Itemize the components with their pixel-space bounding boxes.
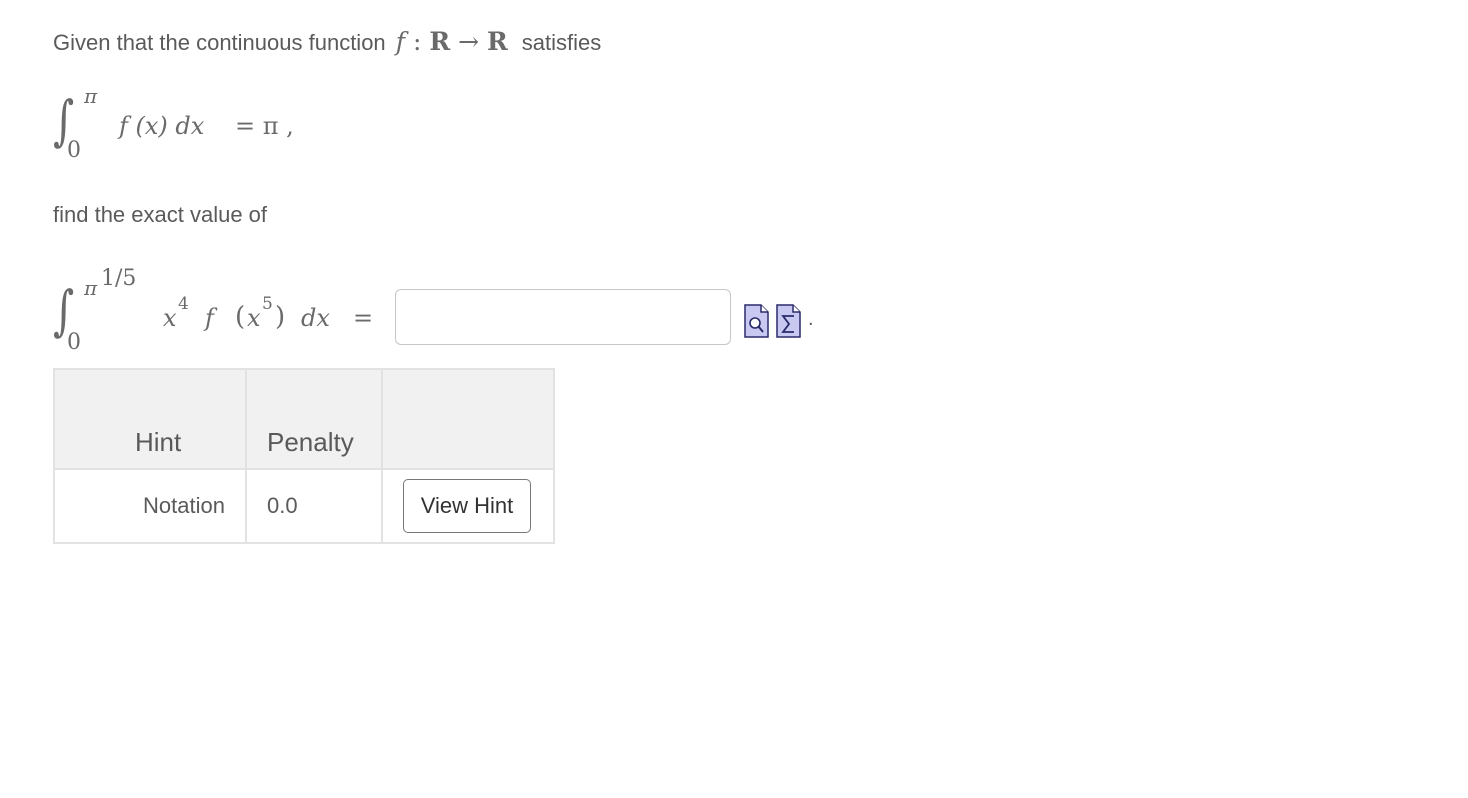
hint-action-cell: View Hint [381,468,555,544]
question-intro: Given that the continuous function f : R… [53,27,601,56]
integrand-x-exponent: 4 [178,294,189,314]
codomain-symbol: R [487,27,508,56]
header-action [381,368,555,470]
equation-editor-sigma-icon [776,304,801,338]
integrand: f (x) dx [119,112,205,140]
upper-limit-exponent: 1/5 [101,266,137,291]
preview-icon[interactable] [744,304,769,338]
equation-editor-icon[interactable] [776,304,801,338]
colon-symbol: : [413,27,422,56]
trailing-period: . [808,308,814,330]
hint-table: Hint Penalty Notation 0.0 View Hint [53,368,555,544]
header-penalty: Penalty [245,368,383,470]
inner-x-exponent: 5 [262,294,273,314]
integral-upper-limit: π [84,84,98,108]
target-integral: ∫ π 1/5 0 x 4 f ( x 5 ) dx = [53,264,393,364]
function-mapping: f : R → R [396,27,516,56]
integral-rhs: = π , [235,112,294,140]
intro-text: Given that the continuous function [53,30,386,55]
hint-table-header: Hint Penalty [53,368,555,470]
given-integral: ∫ π 0 f (x) dx = π , [53,84,353,168]
paren-close: ) [275,302,286,332]
hint-name: Notation [53,468,247,544]
equals-sign: = [353,304,374,332]
function-symbol: f [395,27,406,56]
domain-symbol: R [429,27,451,56]
lower-limit: 0 [67,330,81,355]
hint-penalty: 0.0 [245,468,383,544]
inner-x: x [247,304,261,332]
arrow-symbol: → [458,27,480,56]
table-row: Notation 0.0 View Hint [53,468,555,544]
upper-limit-base: π [84,276,98,300]
intro-suffix: satisfies [521,30,602,55]
view-hint-button[interactable]: View Hint [403,479,531,533]
integral-lower-limit: 0 [67,138,81,163]
differential: dx [301,304,330,332]
integrand-x: x [163,304,177,332]
find-text: find the exact value of [53,202,268,227]
paren-open: ( [235,302,246,332]
preview-document-magnifier-icon [744,304,769,338]
header-hint: Hint [53,368,247,470]
answer-input[interactable] [395,289,731,345]
integrand-f: f [205,304,214,332]
